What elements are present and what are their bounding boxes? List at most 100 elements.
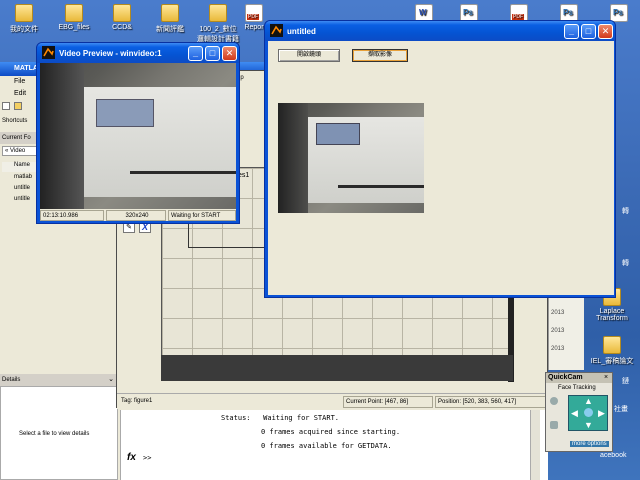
video-preview-statusbar: 02:13:10.986 320x240 Waiting for START xyxy=(40,210,236,221)
folder-icon xyxy=(161,4,179,22)
command-window[interactable]: Status: Waiting for START. 0 frames acqu… xyxy=(120,410,548,480)
desktop-text-fragment: 社畫 xyxy=(614,406,628,413)
desktop-icon-label: Laplace Transform xyxy=(596,308,628,322)
pdf-icon xyxy=(245,4,263,22)
desktop-icon-label: 100_2_數位邏輯設計書籍 xyxy=(197,26,239,43)
desktop-text-fragment: acebook xyxy=(600,452,627,459)
date-cell: 2013 xyxy=(551,328,565,334)
matlab-logo-icon xyxy=(270,24,283,37)
minimize-button[interactable]: _ xyxy=(564,24,579,39)
file-list-item[interactable]: untitle xyxy=(2,185,40,195)
maximize-button[interactable]: □ xyxy=(205,46,220,61)
desktop-text-fragment: 轉 xyxy=(622,208,629,215)
captured-window-blue xyxy=(316,123,360,145)
chevron-down-icon[interactable]: ⌄ xyxy=(108,374,114,386)
camera-axes-image xyxy=(278,103,424,213)
face-tracking-label: Face Tracking xyxy=(558,385,596,391)
open-camera-button[interactable]: 開啟鏡頭 xyxy=(278,49,340,62)
folder-icon xyxy=(113,4,131,22)
matlab-toolbar xyxy=(0,102,40,114)
resolution-status: 320x240 xyxy=(106,210,166,221)
gui-title: untitled xyxy=(287,26,316,36)
minimize-button[interactable]: _ xyxy=(188,46,203,61)
desktop-icon-news[interactable]: 新聞評鑑 xyxy=(148,4,192,34)
matlab-menu-edit[interactable]: Edit xyxy=(0,88,40,100)
command-output-line: 0 frames acquired since starting. xyxy=(261,428,401,436)
maximize-button[interactable]: □ xyxy=(581,24,596,39)
close-button[interactable]: ✕ xyxy=(222,46,237,61)
details-panel: Select a file to view details xyxy=(0,386,118,480)
desktop-icon-ccd[interactable]: CCD& xyxy=(100,4,144,31)
details-panel-header: Details ⌄ xyxy=(0,374,118,386)
video-preview-client: 02:13:10.986 320x240 Waiting for START xyxy=(40,63,236,221)
date-cell: 2013 xyxy=(551,346,565,352)
arrow-up-icon[interactable]: ▲ xyxy=(584,396,593,406)
folder-icon xyxy=(15,4,33,22)
command-scrollbar[interactable] xyxy=(530,410,540,480)
folder-icon xyxy=(65,4,83,22)
video-preview-frame xyxy=(40,63,236,209)
folder-icon xyxy=(209,4,227,22)
file-list-item[interactable]: matlab xyxy=(2,174,40,184)
name-column-header[interactable]: Name xyxy=(2,162,40,172)
date-cell: 2013 xyxy=(551,310,565,316)
timestamp-status: 02:13:10.986 xyxy=(40,210,104,221)
waiting-status: Waiting for START xyxy=(168,210,236,221)
captured-dark-line xyxy=(130,171,236,174)
center-icon[interactable] xyxy=(584,408,593,417)
more-options-link[interactable]: more options xyxy=(570,441,609,447)
desktop-icon-label: IEL_審稿論文 xyxy=(590,358,634,365)
fx-icon: fx xyxy=(127,452,136,463)
desktop-icon-label: EBG_files xyxy=(58,24,90,31)
position-status: Position: [520, 383, 560, 417] xyxy=(435,396,547,408)
close-button[interactable]: ✕ xyxy=(598,24,613,39)
folder-path-field[interactable]: « Video xyxy=(2,146,40,156)
pan-control[interactable]: ▲ ▼ ◀ ▶ xyxy=(568,395,608,431)
tag-status: Tag: figure1 xyxy=(119,396,239,408)
zoom-icon[interactable] xyxy=(550,421,558,429)
gui-titlebar[interactable]: untitled _ □ ✕ xyxy=(265,21,615,41)
video-preview-titlebar[interactable]: Video Preview - winvideo:1 _ □ ✕ xyxy=(37,43,239,63)
desktop-icon-label: CCD& xyxy=(112,24,132,31)
gui-untitled-window: untitled _ □ ✕ 開啟鏡頭 擷取影像 xyxy=(264,20,616,298)
captured-dark-side xyxy=(40,63,84,209)
matlab-menu-file[interactable]: File xyxy=(0,76,40,88)
photoshop-icon xyxy=(610,4,628,22)
desktop-icon-label: 新聞評鑑 xyxy=(156,26,184,33)
figure1-statusbar: Tag: figure1 Current Point: [467, 86] Po… xyxy=(117,393,549,409)
command-output-line: 0 frames available for GETDATA. xyxy=(261,442,392,450)
captured-window-blue xyxy=(96,99,154,127)
desktop-icon-logic-design[interactable]: 100_2_數位邏輯設計書籍 xyxy=(196,4,240,44)
arrow-down-icon[interactable]: ▼ xyxy=(584,420,593,430)
desktop-icon-my-documents[interactable]: 我的文件 xyxy=(2,4,46,34)
command-prompt[interactable]: >> xyxy=(143,454,151,462)
matlab-logo-icon xyxy=(42,46,55,59)
desktop-icon-iel[interactable]: IEL_審稿論文 xyxy=(588,336,636,366)
details-label: Details xyxy=(2,377,21,383)
desktop-text-fragment: 鏈 xyxy=(622,378,629,385)
captured-dark-line xyxy=(338,185,424,188)
folder-icon xyxy=(603,336,621,354)
command-output-line: Status: Waiting for START. xyxy=(221,414,340,422)
shortcuts-label[interactable]: Shortcuts xyxy=(2,118,27,124)
open-folder-icon[interactable] xyxy=(13,102,22,110)
current-point-status: Current Point: [467, 86] xyxy=(343,396,433,408)
current-folder-header: Current Fo xyxy=(0,132,40,144)
desktop-icon-ebg-files[interactable]: EBG_files xyxy=(52,4,96,31)
arrow-left-icon[interactable]: ◀ xyxy=(571,408,578,419)
desktop-icon-label: 我的文件 xyxy=(10,26,38,33)
new-file-icon[interactable] xyxy=(2,102,10,110)
arrow-right-icon[interactable]: ▶ xyxy=(598,408,605,419)
canvas-dark-footer xyxy=(161,355,513,381)
captured-dark-side xyxy=(278,103,308,213)
desktop-text-fragment: 轉 xyxy=(622,260,629,267)
face-icon[interactable] xyxy=(550,397,558,405)
close-icon[interactable]: × xyxy=(602,374,610,382)
video-preview-window: Video Preview - winvideo:1 _ □ ✕ 02:13:1… xyxy=(36,42,240,224)
capture-image-button[interactable]: 擷取影像 xyxy=(352,49,408,62)
details-hint: Select a file to view details xyxy=(19,431,90,437)
video-preview-title: Video Preview - winvideo:1 xyxy=(59,48,162,58)
gui-client: 開啟鏡頭 擷取影像 xyxy=(268,41,614,295)
quickcam-panel: QuickCam × Face Tracking ▲ ▼ ◀ ▶ more op… xyxy=(545,372,613,452)
file-list-item[interactable]: untitle xyxy=(2,196,40,206)
